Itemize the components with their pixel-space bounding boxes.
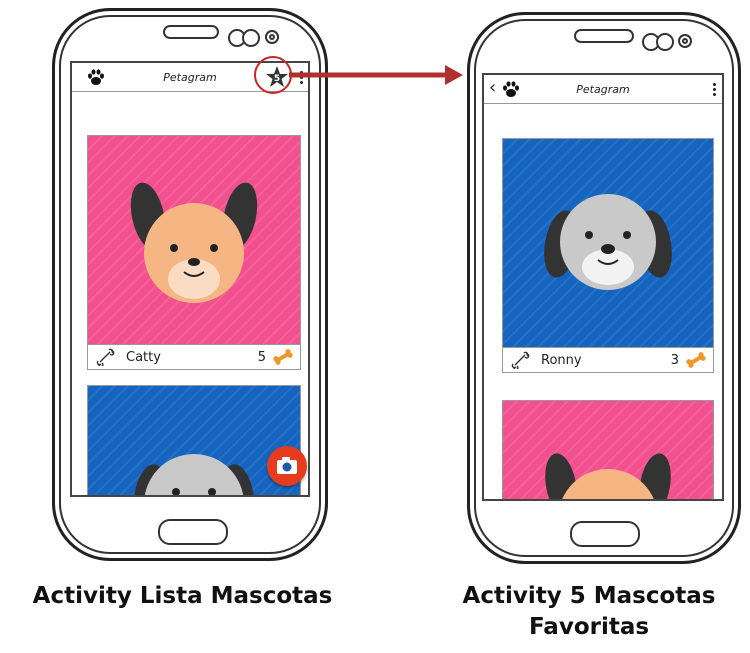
left-phone-frame: Petagram 5 Catty 5 [52, 8, 328, 561]
pet-photo [88, 136, 300, 344]
pet-card-footer: Catty 5 [88, 344, 300, 369]
bone-filled-icon[interactable] [685, 352, 707, 368]
pet-likes-count: 3 [670, 352, 679, 368]
bone-outline-icon[interactable] [511, 351, 531, 369]
pet-photo [503, 139, 713, 347]
pet-card[interactable] [502, 400, 714, 499]
pet-name: Catty [126, 349, 161, 365]
dog-illustration [544, 194, 672, 290]
bone-outline-icon[interactable] [96, 348, 116, 366]
right-screen: ‹ Petagram Ronny 3 [482, 73, 724, 501]
right-phone-frame: ‹ Petagram Ronny 3 [467, 12, 741, 564]
right-phone-sensor-2 [656, 33, 674, 51]
right-phone-home-button [570, 521, 640, 547]
pet-card[interactable]: Catty 5 [87, 135, 301, 370]
right-phone-camera [678, 34, 692, 48]
pet-name: Ronny [541, 352, 582, 368]
dog-illustration [545, 453, 671, 499]
left-phone-camera [265, 30, 279, 44]
app-title: Petagram [576, 82, 630, 96]
bone-filled-icon[interactable] [272, 349, 294, 365]
right-app-bar: ‹ Petagram [484, 75, 722, 104]
pet-card[interactable]: Ronny 3 [502, 138, 714, 373]
right-phone-speaker [574, 29, 634, 43]
pet-likes-count: 5 [257, 349, 266, 365]
left-phone-sensor-2 [242, 29, 260, 47]
pet-photo [503, 401, 713, 499]
left-phone-speaker [163, 25, 219, 39]
dog-illustration [130, 182, 258, 303]
pet-card-footer: Ronny 3 [503, 347, 713, 372]
right-caption-line2: Favoritas [528, 614, 650, 640]
right-caption-line1: Activity 5 Mascotas [462, 583, 716, 609]
camera-icon [277, 457, 297, 474]
camera-fab-button[interactable] [267, 446, 307, 486]
left-screen: Petagram 5 Catty 5 [70, 61, 310, 497]
navigation-arrow [289, 65, 463, 85]
left-phone-home-button [158, 519, 228, 545]
left-caption: Activity Lista Mascotas [32, 583, 333, 609]
kebab-menu-icon[interactable] [713, 83, 716, 98]
